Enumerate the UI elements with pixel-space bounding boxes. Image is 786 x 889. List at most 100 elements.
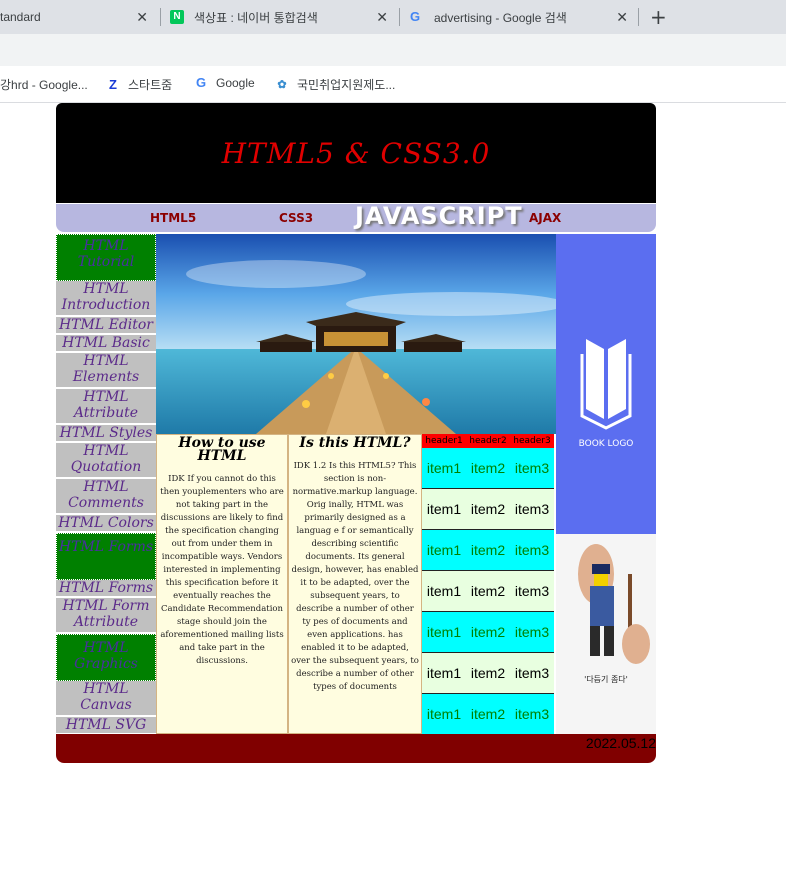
tab-google[interactable]: G advertising - Google 검색 ✕: [410, 0, 638, 34]
table-cell: item1: [422, 570, 466, 612]
footer-date: 2022.05.12: [585, 735, 656, 751]
table-row: item1 item2 item3: [422, 652, 554, 694]
item-table: header1 header2 header3 item1 item2 item3 …: [422, 434, 554, 735]
sidebar-item[interactable]: HTML Comments: [56, 479, 156, 515]
table-cell: item3: [510, 611, 554, 653]
table-cell: item3: [510, 448, 554, 489]
nav-javascript[interactable]: JAVASCRIPT: [355, 202, 523, 230]
top-nav: HTML5 CSS3 JAVASCRIPT AJAX: [56, 202, 656, 232]
table-cell: item2: [466, 611, 510, 653]
book-icon: [580, 339, 632, 430]
tab-naver[interactable]: N 색상표 : 네이버 통합검색 ✕: [170, 0, 398, 34]
article-title: How to use HTML: [178, 435, 266, 464]
table-cell: item2: [466, 693, 510, 735]
right-column: BOOK LOGO '다듬기 좀다': [556, 234, 656, 736]
table-header: header2: [466, 434, 510, 448]
table-cell: item2: [466, 529, 510, 571]
table-row: item1 item2 item3: [422, 488, 554, 530]
address-bar[interactable]: [0, 34, 786, 66]
close-icon[interactable]: ✕: [136, 9, 148, 26]
bookmark-label: 강hrd - Google...: [0, 78, 88, 92]
article-title: Is this HTML?: [299, 435, 411, 451]
table-header-row: header1 header2 header3: [422, 434, 554, 448]
sidebar-item[interactable]: HTML Attribute: [56, 389, 156, 425]
bookmark-item[interactable]: 강hrd - Google...: [0, 76, 88, 93]
sidebar-item[interactable]: HTML Tutorial: [56, 234, 156, 281]
table-cell: item2: [466, 448, 510, 489]
sidebar-item[interactable]: HTML SVG: [56, 717, 156, 735]
close-icon[interactable]: ✕: [616, 9, 628, 26]
bookmark-label: 스타트줌: [128, 78, 173, 92]
tab-label: tandard: [0, 10, 41, 24]
table-cell: item3: [510, 652, 554, 694]
page-header: HTML5 & CSS3.0: [56, 103, 656, 203]
table-cell: item3: [510, 529, 554, 571]
sidebar-item[interactable]: HTML Canvas: [56, 681, 156, 717]
nav-html5[interactable]: HTML5: [150, 211, 196, 225]
tab-label: 색상표 : 네이버 통합검색: [194, 10, 318, 25]
table-header: header3: [510, 434, 554, 448]
sidebar-item[interactable]: HTML Quotation: [56, 443, 156, 479]
bookmark-item[interactable]: ✿ 국민취업지원제도...: [275, 76, 395, 93]
sidebar-item[interactable]: HTML Graphics: [56, 634, 156, 681]
bookmark-label: 국민취업지원제도...: [297, 78, 396, 92]
browser-tab-bar: tandard ✕ N 색상표 : 네이버 통합검색 ✕ G advertisi…: [0, 0, 786, 34]
tab-label: advertising - Google 검색: [434, 10, 567, 25]
gov-icon: ✿: [277, 78, 287, 91]
sidebar-item[interactable]: HTML Elements: [56, 353, 156, 389]
bookmark-item[interactable]: Z 스타트줌: [106, 76, 172, 93]
page-footer: 2022.05.12: [56, 734, 656, 763]
table-cell: item1: [422, 529, 466, 571]
google-icon: G: [410, 9, 421, 24]
sidebar-item[interactable]: HTML Basic: [56, 335, 156, 353]
sidebar-item[interactable]: HTML Forms: [56, 580, 156, 598]
article-is-this-html: Is this HTML? IDK 1.2 Is this HTML5? Thi…: [288, 434, 422, 734]
tab-standard[interactable]: tandard ✕: [0, 0, 158, 34]
table-cell: item3: [510, 570, 554, 612]
sidebar-item[interactable]: HTML Form Attribute: [56, 598, 156, 634]
table-cell: item1: [422, 488, 466, 530]
table-cell: item3: [510, 693, 554, 735]
new-tab-icon[interactable]: +: [650, 5, 667, 29]
table-cell: item1: [422, 652, 466, 694]
table-header: header1: [422, 434, 466, 448]
bookmarks-bar: 강hrd - Google... Z 스타트줌 G Google ✿ 국민취업지…: [0, 66, 786, 103]
google-icon: G: [195, 75, 207, 90]
sidebar-item[interactable]: HTML Colors: [56, 515, 156, 533]
book-logo-text: BOOK LOGO: [578, 439, 634, 449]
table-cell: item1: [422, 448, 466, 489]
sidebar-item[interactable]: HTML Styles: [56, 425, 156, 443]
table-row: item1 item2 item3: [422, 570, 554, 612]
zoom-icon: Z: [109, 76, 117, 92]
tab-separator: [638, 8, 639, 26]
book-cover-image: '다듬기 좀다': [556, 534, 656, 736]
table-row: item1 item2 item3: [422, 693, 554, 735]
article-body: IDK 1.2 Is this HTML5? This section is n…: [291, 461, 419, 692]
naver-icon: N: [170, 10, 184, 24]
bookmark-item[interactable]: G Google: [194, 75, 255, 91]
nav-ajax[interactable]: AJAX: [529, 211, 561, 225]
lego-figure-image: [556, 534, 656, 736]
resort-pier-image: [156, 234, 556, 434]
hero-image: [156, 234, 556, 434]
sidebar-item[interactable]: HTML Editor: [56, 317, 156, 335]
table-cell: item1: [422, 611, 466, 653]
sidebar: HTML Tutorial HTML Introduction HTML Edi…: [56, 234, 156, 735]
table-cell: item3: [510, 488, 554, 530]
table-cell: item2: [466, 652, 510, 694]
sidebar-item[interactable]: HTML Forms: [56, 533, 156, 580]
tab-separator: [399, 8, 400, 26]
book-cover-title: '다듬기 좀다': [584, 675, 628, 684]
page-title: HTML5 & CSS3.0: [221, 136, 491, 170]
article-how-to-use: How to use HTML IDK If you cannot do thi…: [156, 434, 288, 734]
nav-css3[interactable]: CSS3: [279, 211, 313, 225]
table-cell: item2: [466, 488, 510, 530]
table-cell: item1: [422, 693, 466, 735]
article-body: IDK If you cannot do this then youplemen…: [160, 474, 284, 666]
table-row: item1 item2 item3: [422, 611, 554, 653]
bookmark-label: Google: [216, 76, 255, 90]
sidebar-item[interactable]: HTML Introduction: [56, 281, 156, 317]
tab-separator: [160, 8, 161, 26]
book-logo: BOOK LOGO: [556, 234, 656, 534]
close-icon[interactable]: ✕: [376, 9, 388, 26]
